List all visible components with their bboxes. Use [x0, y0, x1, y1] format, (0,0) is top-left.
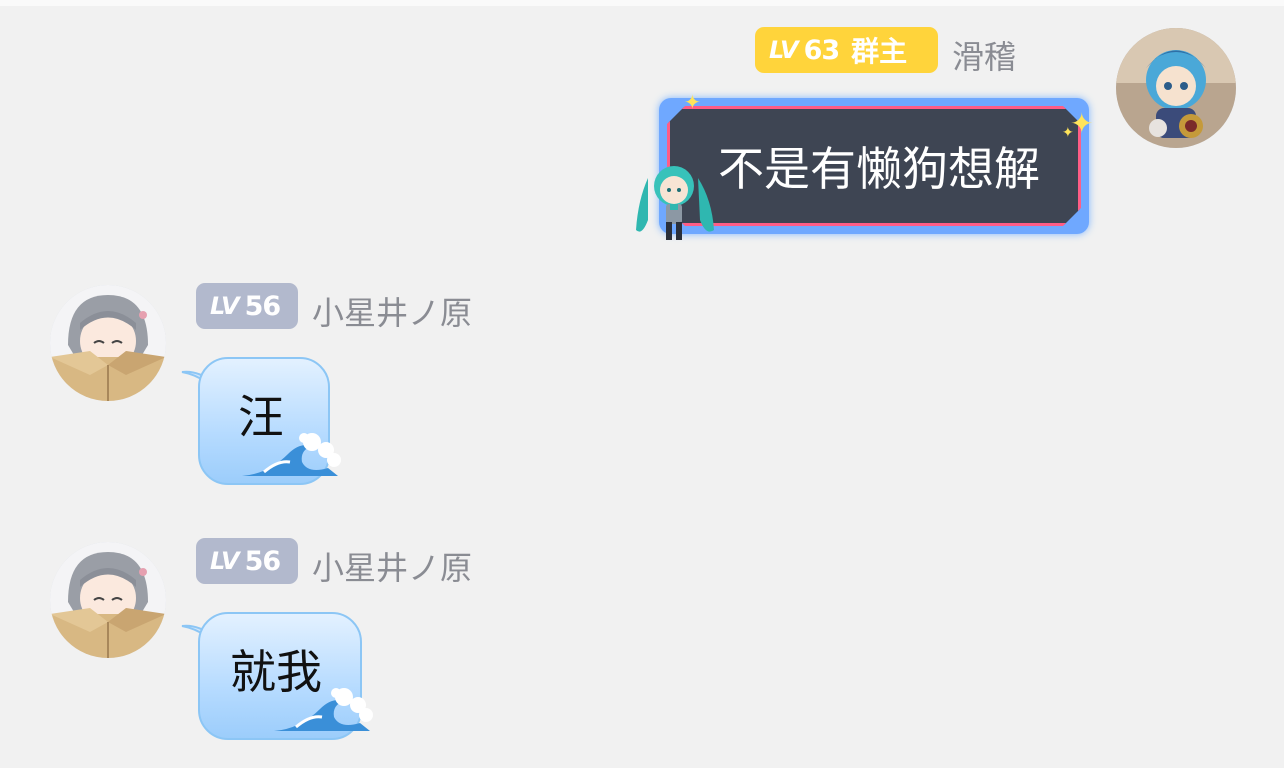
level-number: 56	[244, 290, 282, 322]
miku-chibi-sticker-icon	[636, 166, 714, 240]
sparkle-icon: ✦	[684, 90, 701, 114]
message-bubble-self[interactable]: 不是有懒狗想解	[659, 98, 1089, 234]
sparkle-icon: ✦	[1062, 125, 1074, 141]
avatar-plush-doll-icon	[1116, 28, 1236, 148]
level-number: 63	[803, 34, 841, 66]
top-divider	[0, 0, 1284, 6]
bubble-inner: 不是有懒狗想解	[667, 106, 1081, 226]
wave-decoration-icon	[274, 688, 373, 731]
level-badge: LV 63 群主	[755, 27, 938, 73]
avatar[interactable]	[1116, 28, 1236, 148]
sender-name[interactable]: 小星井ノ原	[312, 543, 472, 589]
level-badge: LV 56	[196, 283, 298, 329]
level-prefix: LV	[769, 36, 799, 64]
avatar[interactable]	[50, 542, 166, 658]
avatar-anime-girl-box-icon	[50, 285, 166, 401]
sender-name[interactable]: 小星井ノ原	[312, 288, 472, 334]
message-text: 不是有懒狗想解	[718, 142, 1040, 196]
level-prefix: LV	[210, 547, 240, 575]
avatar[interactable]	[50, 285, 166, 401]
level-number: 56	[244, 545, 282, 577]
avatar-anime-girl-box-icon	[50, 542, 166, 658]
level-prefix: LV	[210, 292, 240, 320]
role-label: 群主	[851, 35, 908, 68]
wave-decoration-icon	[242, 433, 341, 476]
level-badge: LV 56	[196, 538, 298, 584]
sender-name[interactable]: 滑稽	[952, 32, 1016, 78]
